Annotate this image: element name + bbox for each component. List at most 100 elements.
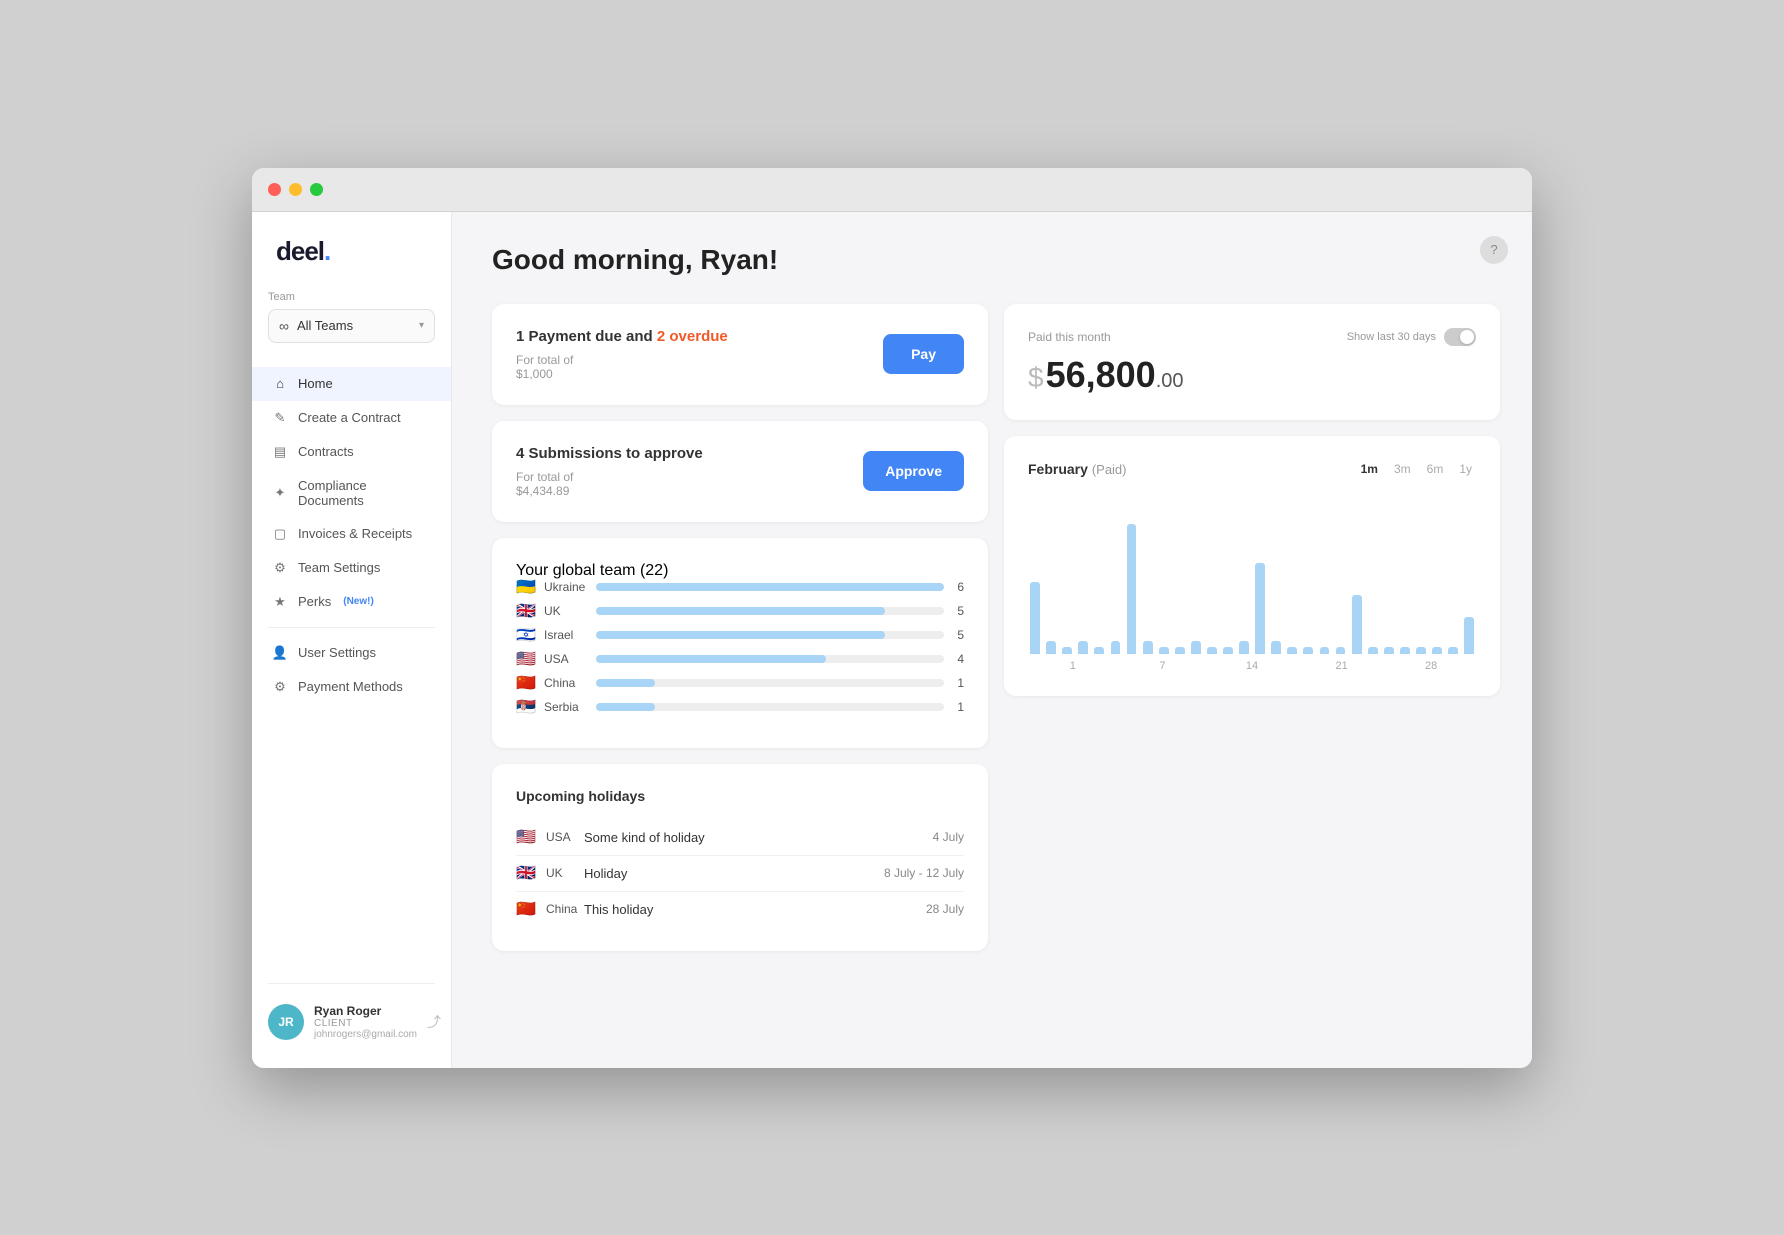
country-name: Serbia — [544, 700, 588, 714]
paid-title: Paid this month — [1028, 330, 1111, 344]
close-button[interactable] — [268, 183, 281, 196]
chart-bar-wrap — [1446, 514, 1460, 654]
titlebar — [252, 168, 1532, 212]
sidebar-item-compliance[interactable]: ✦ Compliance Documents — [252, 469, 451, 517]
country-name: UK — [544, 604, 588, 618]
country-name: Israel — [544, 628, 588, 642]
chart-bar — [1336, 647, 1346, 654]
holiday-date: 8 July - 12 July — [884, 866, 964, 880]
sidebar-item-contracts[interactable]: ▤ Contracts — [252, 435, 451, 469]
sidebar-item-perks[interactable]: ★ Perks (New!) — [252, 585, 451, 619]
team-name: All Teams — [297, 318, 353, 333]
currency-symbol: $ — [1028, 362, 1044, 393]
infinity-icon: ∞ — [279, 318, 289, 334]
bar-fill — [596, 631, 885, 639]
team-label: Team — [268, 291, 435, 303]
chart-bar-wrap — [1462, 514, 1476, 654]
sidebar-item-user-settings[interactable]: 👤 User Settings — [252, 636, 451, 670]
team-rows: 🇺🇦 Ukraine 6 🇬🇧 UK 5 🇮🇱 Israel 5 🇺🇸 USA … — [516, 580, 964, 714]
holiday-flag: 🇺🇸 — [516, 830, 536, 844]
chart-bar-wrap — [1317, 514, 1331, 654]
team-dropdown-left: ∞ All Teams — [279, 318, 353, 334]
chart-bar-wrap — [1237, 514, 1251, 654]
bar-count: 1 — [952, 700, 964, 714]
fullscreen-button[interactable] — [310, 183, 323, 196]
team-row: 🇺🇸 USA 4 — [516, 652, 964, 666]
holiday-row: 🇨🇳 China This holiday 28 July — [516, 892, 964, 927]
chart-bar-wrap — [1333, 514, 1347, 654]
range-button-6m[interactable]: 6m — [1423, 460, 1448, 478]
sidebar-item-label: Team Settings — [298, 560, 380, 575]
holiday-row: 🇺🇸 USA Some kind of holiday 4 July — [516, 820, 964, 856]
sidebar-item-label: Invoices & Receipts — [298, 526, 412, 541]
holidays-list: 🇺🇸 USA Some kind of holiday 4 July 🇬🇧 UK… — [516, 820, 964, 927]
show-toggle: Show last 30 days — [1347, 328, 1476, 346]
holiday-name: Holiday — [584, 866, 874, 881]
chart-bar-wrap — [1076, 514, 1090, 654]
country-flag: 🇨🇳 — [516, 676, 536, 690]
holiday-flag: 🇬🇧 — [516, 866, 536, 880]
perks-badge: (New!) — [343, 596, 374, 607]
range-button-3m[interactable]: 3m — [1390, 460, 1415, 478]
country-flag: 🇺🇸 — [516, 652, 536, 666]
right-column: Paid this month Show last 30 days $56,80… — [1004, 304, 1500, 951]
sidebar-item-create-contract[interactable]: ✎ Create a Contract — [252, 401, 451, 435]
dashboard-grid: 1 Payment due and 2 overdue For total of… — [492, 304, 1500, 951]
chart-bar-wrap — [1173, 514, 1187, 654]
logout-icon[interactable]: ⤴ — [427, 1012, 441, 1032]
create-icon: ✎ — [272, 410, 288, 426]
holidays-card: Upcoming holidays 🇺🇸 USA Some kind of ho… — [492, 764, 988, 951]
chart-bar-wrap — [1414, 514, 1428, 654]
x-label: 1 — [1028, 660, 1118, 672]
team-row: 🇺🇦 Ukraine 6 — [516, 580, 964, 594]
chart-bar — [1223, 647, 1233, 654]
sidebar-bottom-divider — [268, 983, 435, 984]
x-label: 28 — [1386, 660, 1476, 672]
chart-bar — [1464, 617, 1474, 653]
bar-container — [596, 631, 944, 639]
team-section: Team ∞ All Teams ▾ — [252, 291, 451, 359]
pay-button[interactable]: Pay — [883, 334, 964, 374]
chart-bar — [1368, 647, 1378, 654]
holiday-row: 🇬🇧 UK Holiday 8 July - 12 July — [516, 856, 964, 892]
approve-button[interactable]: Approve — [863, 451, 964, 491]
sidebar-item-home[interactable]: ⌂ Home — [252, 367, 451, 401]
chart-bar-wrap — [1350, 514, 1364, 654]
global-team-card: Your global team (22) 🇺🇦 Ukraine 6 🇬🇧 UK… — [492, 538, 988, 748]
chart-bar-wrap — [1205, 514, 1219, 654]
chart-bar-wrap — [1398, 514, 1412, 654]
bar-count: 1 — [952, 676, 964, 690]
perks-icon: ★ — [272, 594, 288, 610]
sidebar-item-payment-methods[interactable]: ⚙ Payment Methods — [252, 670, 451, 704]
chart-bar — [1078, 641, 1088, 654]
settings-icon: ⚙ — [272, 560, 288, 576]
chart-bar — [1191, 641, 1201, 654]
chart-bar — [1094, 647, 1104, 654]
sidebar-item-team-settings[interactable]: ⚙ Team Settings — [252, 551, 451, 585]
x-label: 21 — [1297, 660, 1387, 672]
minimize-button[interactable] — [289, 183, 302, 196]
team-dropdown[interactable]: ∞ All Teams ▾ — [268, 309, 435, 343]
holidays-title: Upcoming holidays — [516, 788, 964, 804]
chart-bar — [1062, 647, 1072, 654]
chart-bar — [1207, 647, 1217, 654]
logo-text: deel. — [276, 236, 330, 266]
range-button-1m[interactable]: 1m — [1357, 460, 1382, 478]
chart-bar — [1287, 647, 1297, 654]
traffic-lights — [268, 183, 323, 196]
help-button[interactable]: ? — [1480, 236, 1508, 264]
toggle-knob — [1460, 330, 1474, 344]
sidebar-item-label: Contracts — [298, 444, 354, 459]
range-button-1y[interactable]: 1y — [1455, 460, 1476, 478]
payment-subtitle: For total of $1,000 — [516, 353, 728, 381]
user-icon: 👤 — [272, 645, 288, 661]
toggle-switch[interactable] — [1444, 328, 1476, 346]
submissions-card: 4 Submissions to approve For total of $4… — [492, 421, 988, 522]
sidebar-item-invoices[interactable]: ▢ Invoices & Receipts — [252, 517, 451, 551]
chart-bar — [1143, 641, 1153, 654]
chart-bar — [1352, 595, 1362, 654]
chart-bar-wrap — [1366, 514, 1380, 654]
sidebar-item-label: Payment Methods — [298, 679, 403, 694]
chart-title: February (Paid) — [1028, 461, 1127, 477]
holiday-country: China — [546, 902, 574, 916]
